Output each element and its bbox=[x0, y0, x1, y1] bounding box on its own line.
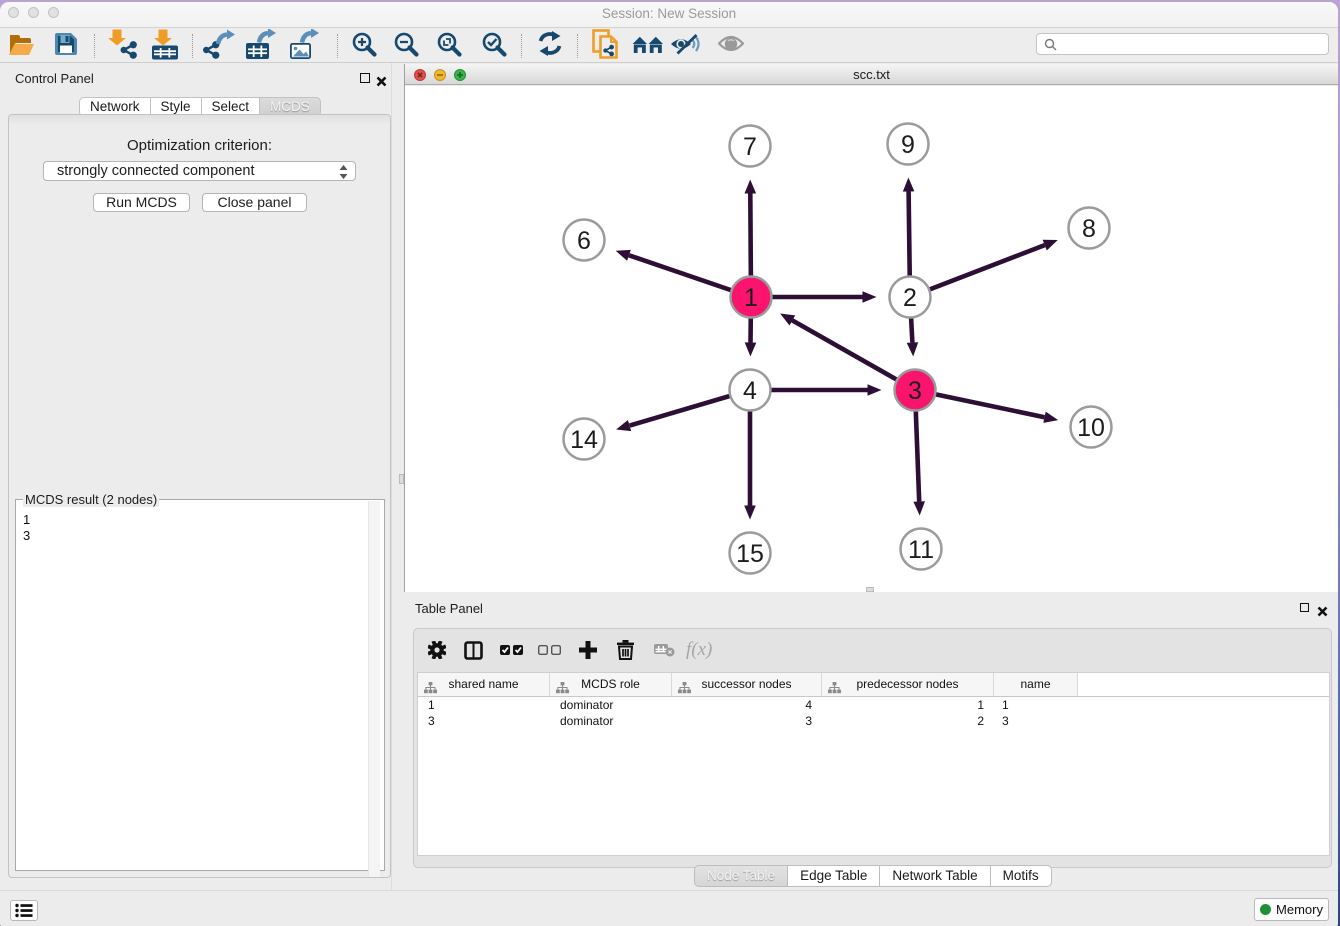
svg-text:10: 10 bbox=[1077, 414, 1105, 442]
svg-text:6: 6 bbox=[577, 227, 591, 255]
svg-text:2: 2 bbox=[903, 284, 917, 312]
svg-text:9: 9 bbox=[901, 131, 915, 159]
svg-text:7: 7 bbox=[743, 133, 757, 161]
svg-text:3: 3 bbox=[908, 377, 922, 405]
svg-text:15: 15 bbox=[736, 540, 764, 568]
svg-text:4: 4 bbox=[743, 377, 757, 405]
svg-text:8: 8 bbox=[1082, 215, 1096, 243]
svg-text:11: 11 bbox=[908, 536, 934, 564]
svg-text:14: 14 bbox=[570, 426, 598, 454]
svg-text:1: 1 bbox=[744, 284, 758, 312]
